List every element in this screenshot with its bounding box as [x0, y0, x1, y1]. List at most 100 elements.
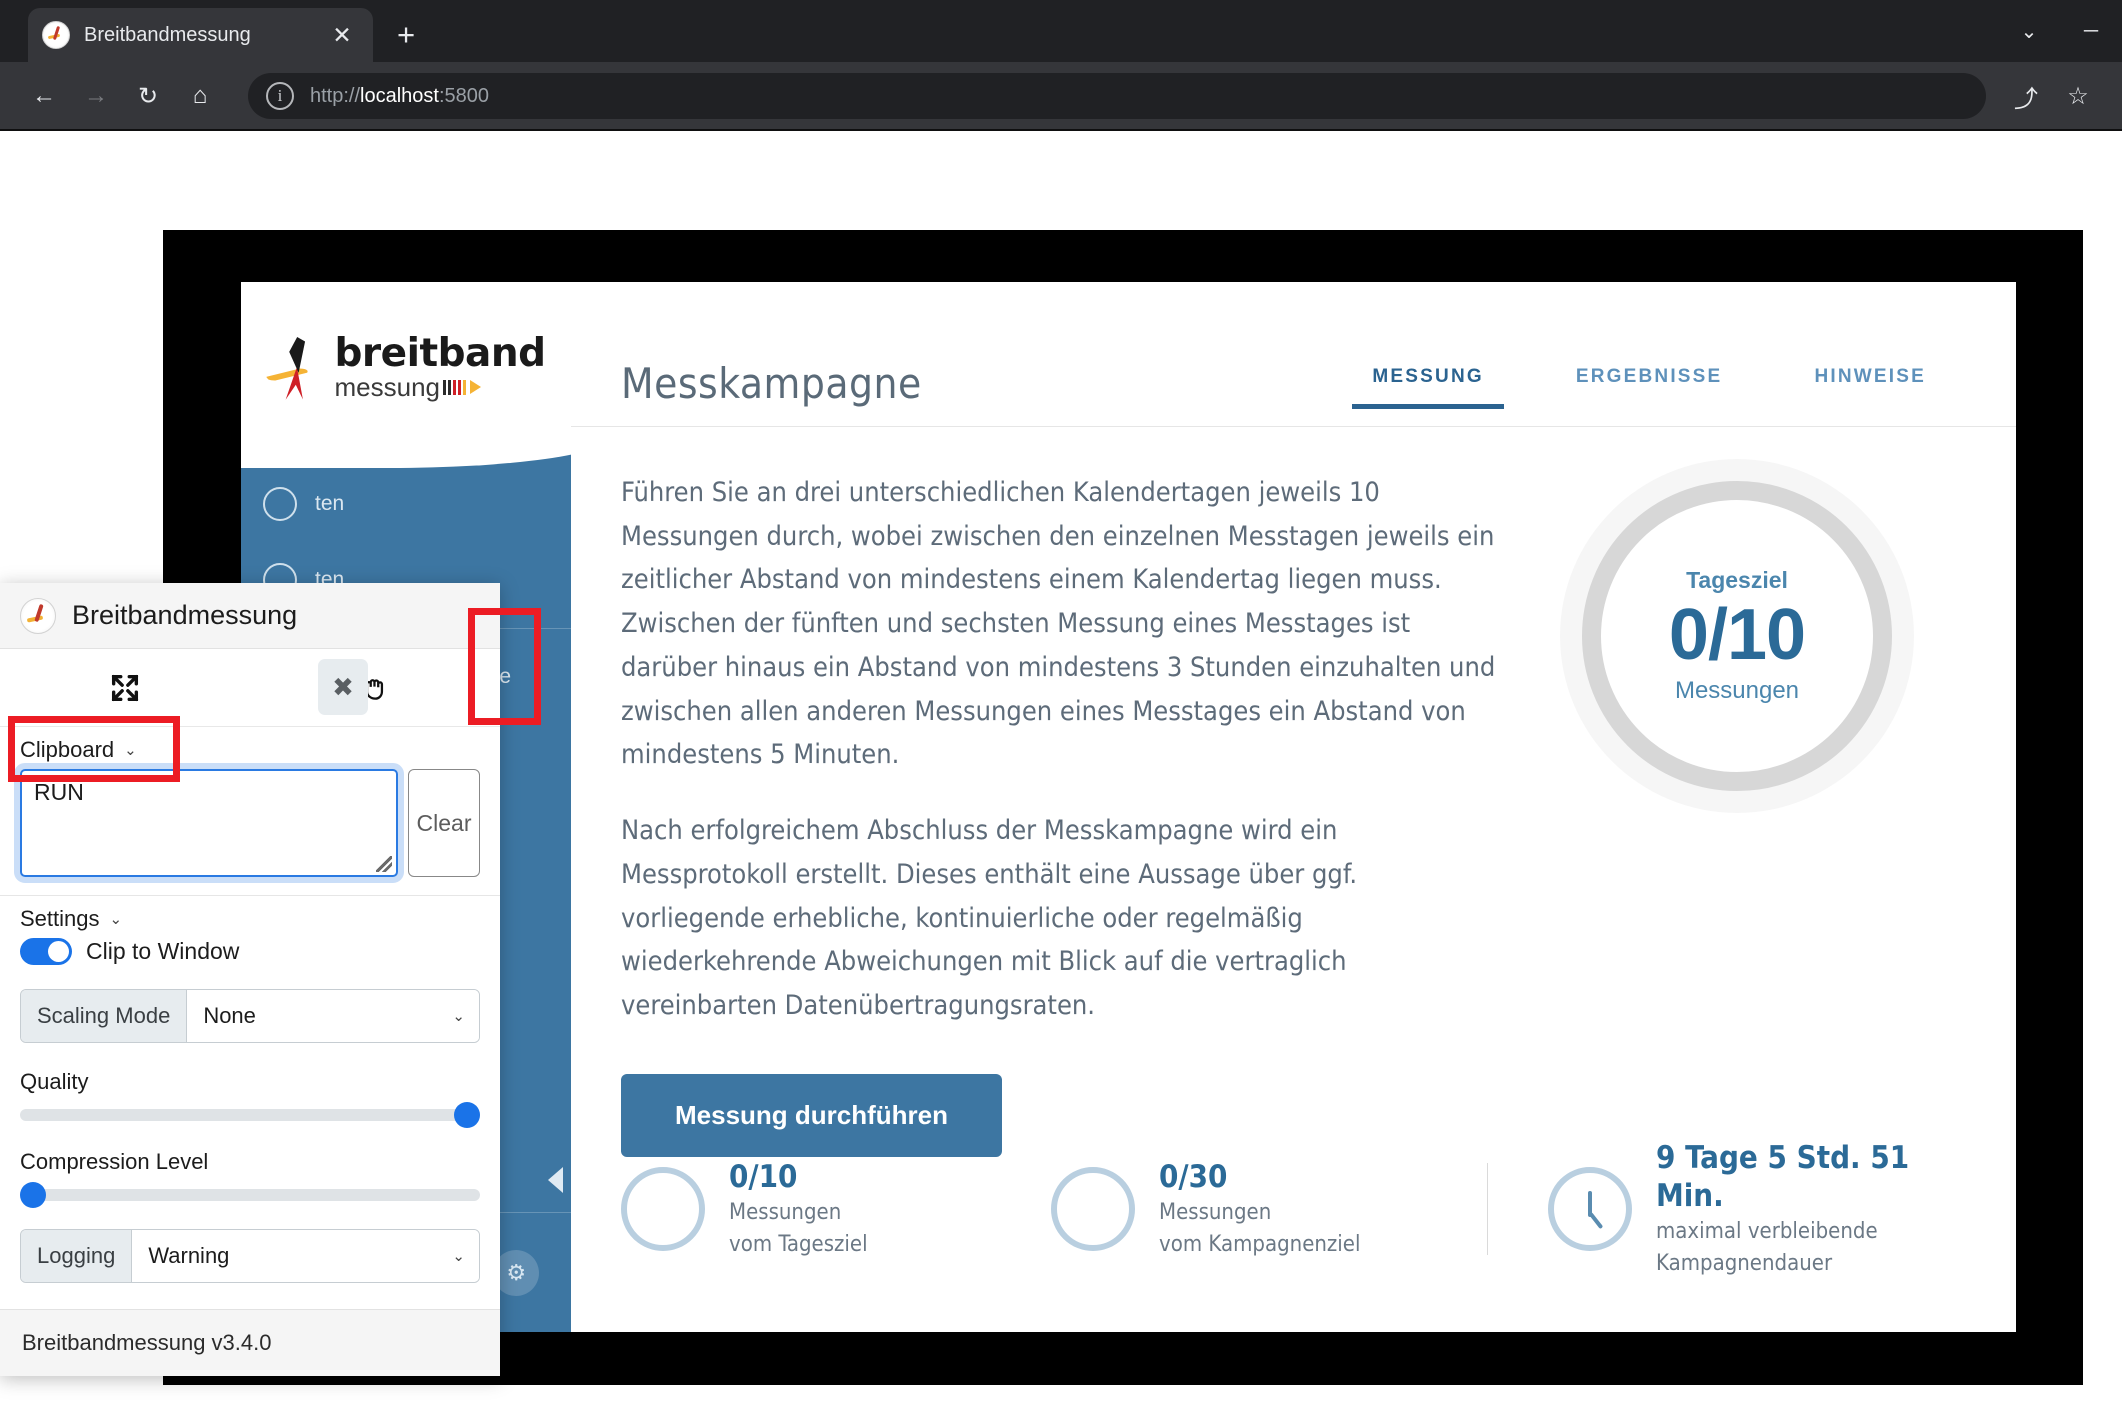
close-icon[interactable]: ✖: [318, 659, 368, 715]
compression-slider-thumb[interactable]: [20, 1182, 46, 1208]
clipboard-textarea[interactable]: RUN: [14, 763, 404, 883]
chevron-down-icon: ⌄: [452, 1008, 465, 1025]
gauge-sublabel: Messungen: [1674, 676, 1800, 704]
content-tabs: MESSUNG ERGEBNISSE HINWEISE: [1326, 366, 1972, 409]
panel-header: Breitbandmessung: [0, 583, 500, 649]
gauge-label: Tagesziel: [1686, 567, 1788, 594]
logo-word-breitband: breitband: [334, 331, 546, 376]
gauge-value: 0/10: [1668, 595, 1806, 676]
gear-icon[interactable]: ⚙: [493, 1249, 540, 1296]
stat-value: 0/30: [1159, 1159, 1228, 1196]
settings-section: Settings ⌄ Clip to Window Scaling Mode N…: [0, 896, 500, 1283]
stats-divider: [1487, 1163, 1488, 1256]
compression-level-label: Compression Level: [20, 1149, 209, 1174]
url-scheme: http://: [310, 84, 361, 107]
scaling-mode-select[interactable]: Scaling Mode None ⌄: [20, 989, 480, 1043]
site-info-icon[interactable]: i: [266, 82, 294, 110]
panel-toolbar: ✖: [0, 649, 500, 727]
quality-slider[interactable]: [20, 1102, 480, 1128]
ring-icon: [1051, 1167, 1135, 1252]
reload-icon[interactable]: ↻: [122, 70, 174, 122]
logo-arrow-icon: [469, 380, 481, 394]
share-icon[interactable]: ⤴: [2000, 70, 2052, 122]
app-content: Messkampagne MESSUNG ERGEBNISSE HINWEISE…: [571, 282, 2016, 1332]
stat-line2: vom Kampagnenziel: [1159, 1231, 1361, 1257]
content-header: Messkampagne MESSUNG ERGEBNISSE HINWEISE: [571, 282, 2016, 427]
breitbandmessung-app: breitband messung ten ten ⚙ Messkampagne…: [241, 282, 2016, 1332]
remote-control-panel: Breitbandmessung ✖ Clipboard ⌄ RUN Clear…: [0, 583, 500, 1376]
new-tab-button[interactable]: +: [385, 14, 427, 56]
logo-mark-icon: [266, 337, 324, 397]
stat-line1: maximal verbleibende: [1656, 1219, 1878, 1245]
tagesziel-gauge: Tagesziel 0/10 Messungen: [1582, 481, 1892, 791]
clip-to-window-toggle[interactable]: [20, 938, 72, 965]
chevron-down-icon: ⌄: [452, 1248, 465, 1265]
url-port: :5800: [438, 84, 490, 107]
stats-row: 0/10 Messungen vom Tagesziel 0/30 Messun…: [621, 1139, 1972, 1280]
settings-label-text: Settings: [20, 906, 100, 931]
panel-version-footer: Breitbandmessung v3.4.0: [0, 1309, 500, 1376]
browser-toolbar: ← → ↻ ⌂ i http://localhost:5800 ⤴ ☆: [0, 62, 2122, 130]
clipboard-label-text: Clipboard: [20, 737, 115, 762]
minimize-icon[interactable]: ─: [2060, 0, 2122, 62]
fullscreen-icon[interactable]: [0, 671, 250, 705]
hand-icon[interactable]: [250, 672, 500, 704]
close-icon[interactable]: ✕: [325, 18, 359, 52]
paragraph-1: Führen Sie an drei unterschiedlichen Kal…: [621, 477, 1496, 771]
favicon-icon: [42, 21, 70, 49]
tab-strip: Breitbandmessung ✕ + ⌄ ─: [0, 0, 2122, 62]
tab-ergebnisse[interactable]: ERGEBNISSE: [1530, 366, 1769, 408]
sidebar-item-1[interactable]: ten: [241, 466, 571, 542]
clock-icon: [1548, 1167, 1632, 1252]
tab-title: Breitbandmessung: [84, 23, 251, 46]
quality-label: Quality: [20, 1069, 89, 1094]
body-text-block: Führen Sie an drei unterschiedlichen Kal…: [621, 471, 1502, 1157]
quality-slider-thumb[interactable]: [454, 1102, 480, 1128]
window-controls: ⌄ ─: [1998, 0, 2122, 62]
clear-button[interactable]: Clear: [408, 769, 480, 877]
compression-level-slider[interactable]: [20, 1182, 480, 1208]
url-host: localhost: [360, 84, 439, 107]
stat-line1: Messungen: [729, 1199, 842, 1225]
address-bar[interactable]: i http://localhost:5800: [248, 73, 1986, 119]
collapse-arrow-icon[interactable]: [548, 1167, 563, 1193]
resize-handle-icon[interactable]: [376, 856, 392, 872]
stat-value: 0/10: [729, 1159, 798, 1196]
stat-line1: Messungen: [1159, 1199, 1272, 1225]
scaling-mode-label: Scaling Mode: [21, 990, 188, 1042]
tab-hinweise[interactable]: HINWEISE: [1768, 366, 1972, 408]
scaling-mode-value: None: [203, 1003, 256, 1028]
stat-line2: Kampagnendauer: [1656, 1251, 1833, 1277]
settings-section-label[interactable]: Settings ⌄: [20, 906, 480, 932]
gauge-container: Tagesziel 0/10 Messungen: [1502, 471, 1972, 1157]
page-title: Messkampagne: [621, 359, 922, 408]
browser-tab[interactable]: Breitbandmessung ✕: [28, 8, 373, 62]
chevron-down-icon: ⌄: [124, 742, 137, 759]
stat-value: 9 Tage 5 Std. 51 Min.: [1656, 1139, 1910, 1215]
logging-select[interactable]: Logging Warning ⌄: [20, 1229, 480, 1283]
app-icon: [20, 597, 56, 634]
logging-value: Warning: [148, 1243, 230, 1268]
sidebar-logo: breitband messung: [241, 282, 611, 468]
back-icon[interactable]: ←: [18, 70, 70, 122]
clip-to-window-label: Clip to Window: [86, 938, 240, 964]
clipboard-value: RUN: [34, 779, 84, 805]
chevron-down-icon[interactable]: ⌄: [1998, 0, 2060, 62]
forward-icon[interactable]: →: [70, 70, 122, 122]
chevron-down-icon: ⌄: [109, 911, 123, 928]
clipboard-section: Clipboard ⌄ RUN Clear: [0, 727, 500, 895]
ring-icon: [621, 1167, 705, 1252]
logo-word-messung: messung: [334, 372, 440, 402]
paragraph-2: Nach erfolgreichem Abschluss der Messkam…: [621, 815, 1358, 1022]
stat-tagesziel: 0/10 Messungen vom Tagesziel: [621, 1158, 1051, 1261]
browser-window: Breitbandmessung ✕ + ⌄ ─ ← → ↻ ⌂ i http:…: [0, 0, 2122, 1409]
logo-bars-icon: [442, 379, 466, 395]
page-viewport: breitband messung ten ten ⚙ Messkampagne…: [0, 131, 2122, 1409]
panel-title: Breitbandmessung: [72, 600, 298, 630]
home-icon[interactable]: ⌂: [174, 70, 226, 122]
bookmark-icon[interactable]: ☆: [2052, 70, 2104, 122]
tab-messung[interactable]: MESSUNG: [1326, 366, 1529, 409]
clipboard-section-label[interactable]: Clipboard ⌄: [20, 737, 480, 763]
clip-to-window-row[interactable]: Clip to Window: [20, 938, 480, 965]
circle-icon: [263, 487, 297, 521]
